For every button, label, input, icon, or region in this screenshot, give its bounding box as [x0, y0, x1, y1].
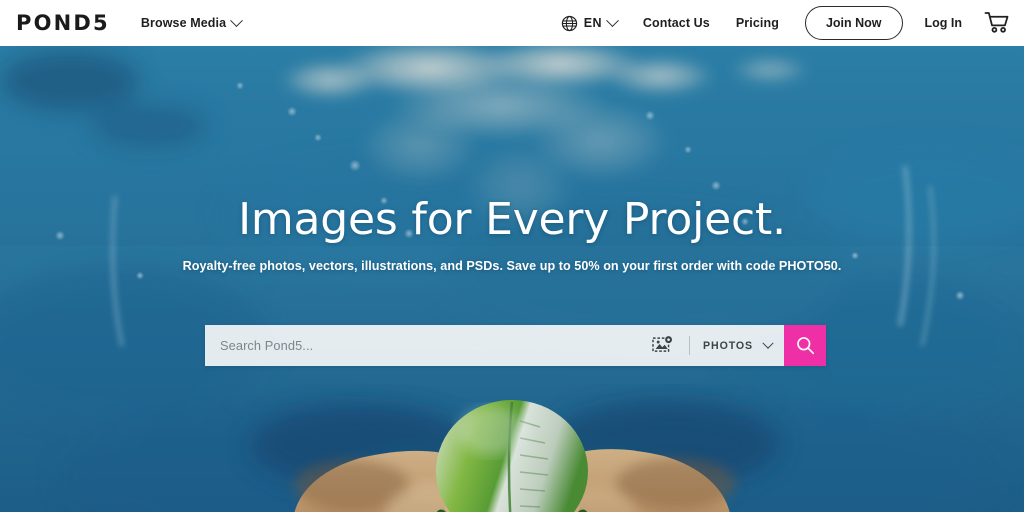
nav-link-pricing[interactable]: Pricing	[736, 16, 779, 30]
image-search-button[interactable]	[647, 336, 677, 355]
search-field-wrapper	[205, 325, 648, 366]
image-search-icon	[651, 336, 672, 352]
site-header: POND5 Browse Media EN Contact Us Pricing…	[0, 0, 1024, 46]
hero-section: Images for Every Project. Royalty-free p…	[0, 46, 1024, 512]
language-selector[interactable]: EN	[561, 13, 619, 32]
chevron-down-icon	[606, 13, 619, 27]
search-bar: PHOTOS	[205, 325, 826, 366]
search-submit-button[interactable]	[784, 325, 826, 366]
shopping-cart-icon	[984, 12, 1009, 33]
search-input[interactable]	[220, 338, 648, 353]
header-left-group: POND5 Browse Media	[16, 12, 244, 34]
chevron-down-icon	[762, 337, 774, 349]
globe-icon	[561, 15, 577, 31]
search-tools: PHOTOS	[647, 325, 784, 366]
hero-subtitle: Royalty-free photos, vectors, illustrati…	[182, 259, 842, 273]
join-now-button[interactable]: Join Now	[804, 6, 903, 40]
nav-link-contact-us[interactable]: Contact Us	[643, 16, 710, 30]
chevron-down-icon	[230, 13, 244, 27]
page-title: Images for Every Project.	[238, 194, 786, 245]
pond5-logo[interactable]: POND5	[16, 12, 110, 34]
browse-media-menu[interactable]: Browse Media	[140, 13, 244, 30]
browse-media-label: Browse Media	[140, 16, 227, 30]
log-in-link[interactable]: Log In	[925, 16, 963, 30]
media-type-dropdown[interactable]: PHOTOS	[703, 337, 774, 352]
search-icon	[796, 337, 814, 355]
cart-button[interactable]	[984, 11, 1010, 35]
header-right-group: EN Contact Us Pricing Join Now Log In	[561, 0, 1010, 46]
tools-divider	[689, 336, 691, 355]
language-label: EN	[583, 16, 602, 30]
media-type-label: PHOTOS	[703, 339, 753, 352]
hero-content: Images for Every Project. Royalty-free p…	[0, 46, 1024, 512]
pond5-homepage: POND5 Browse Media EN Contact Us Pricing…	[0, 0, 1024, 512]
